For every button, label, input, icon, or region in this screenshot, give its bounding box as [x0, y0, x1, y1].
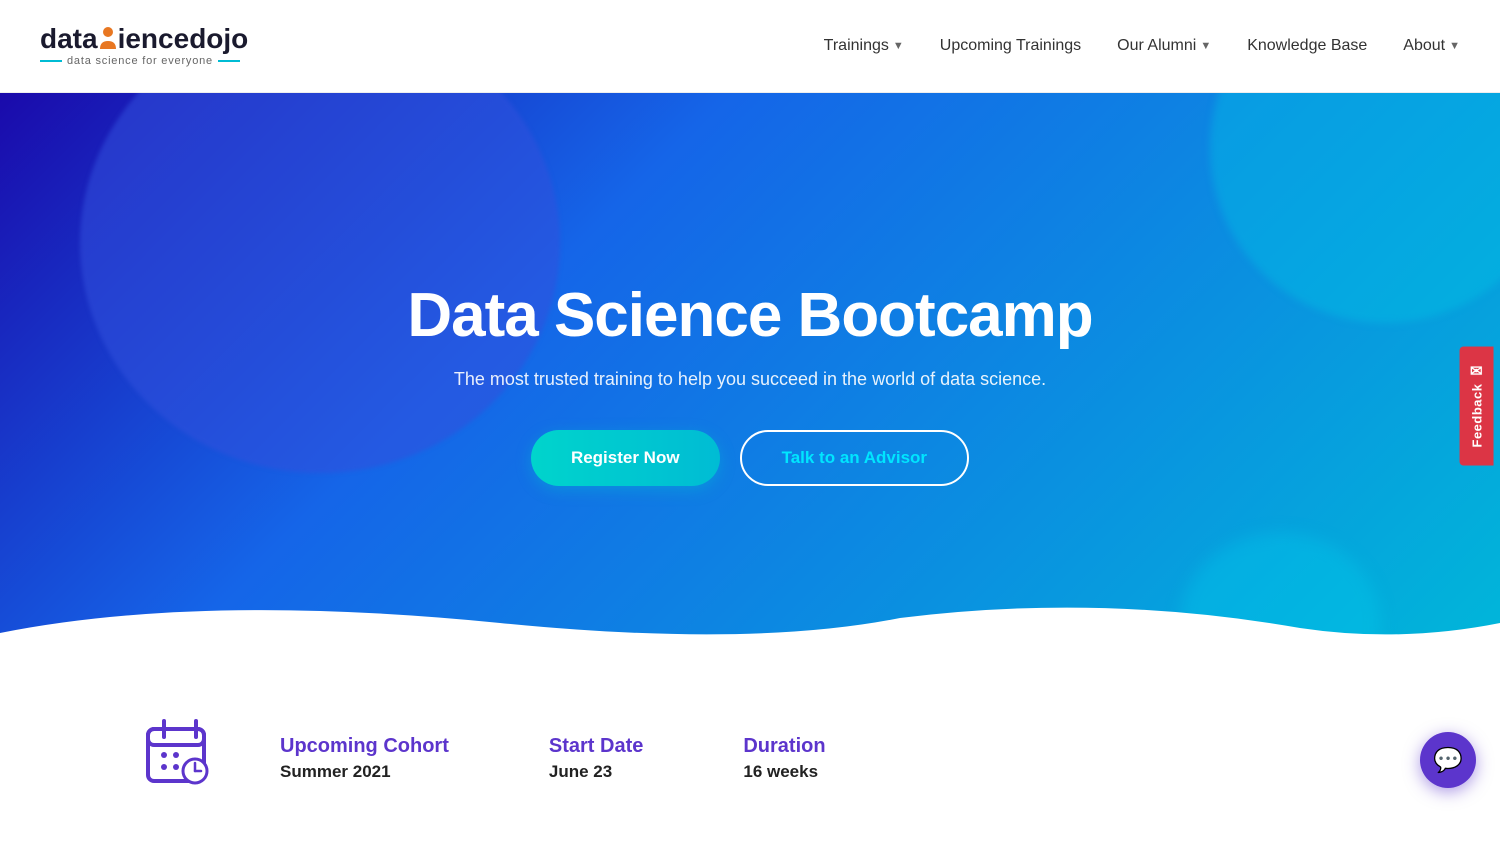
cohort-duration: Duration 16 weeks: [743, 735, 825, 782]
cohort-section: Upcoming Cohort Summer 2021 Start Date J…: [0, 673, 1500, 843]
chevron-down-icon-about: ▼: [1449, 40, 1460, 52]
cohort-info: Upcoming Cohort Summer 2021 Start Date J…: [280, 735, 826, 782]
logo-text-ience: ience: [118, 25, 190, 53]
upcoming-cohort-label: Upcoming Cohort: [280, 735, 449, 758]
hero-blob-2: [1210, 93, 1500, 323]
chevron-down-icon-alumni: ▼: [1200, 40, 1211, 52]
feedback-label: Feedback: [1469, 384, 1484, 448]
feedback-tab[interactable]: Feedback ✉: [1459, 346, 1493, 465]
navbar: data ience dojo data science for everyon…: [0, 0, 1500, 93]
hero-subtitle: The most trusted training to help you su…: [407, 369, 1092, 390]
hero-buttons: Register Now Talk to an Advisor: [407, 430, 1092, 486]
register-now-button[interactable]: Register Now: [531, 430, 720, 486]
talk-advisor-button[interactable]: Talk to an Advisor: [740, 430, 969, 486]
logo-text-dojo: dojo: [189, 25, 248, 53]
hero-section: Data Science Bootcamp The most trusted t…: [0, 93, 1500, 673]
nav-link-alumni[interactable]: Our Alumni ▼: [1117, 37, 1211, 55]
start-date-value: June 23: [549, 762, 612, 782]
tagline-line-right: [218, 60, 240, 62]
start-date-label: Start Date: [549, 735, 643, 758]
hero-wave: [0, 593, 1500, 673]
cohort-start: Start Date June 23: [549, 735, 643, 782]
chat-bubble-button[interactable]: 💬: [1420, 732, 1476, 788]
logo-text-data: data: [40, 25, 98, 53]
logo-tagline: data science for everyone: [67, 55, 213, 67]
nav-links: Trainings ▼ Upcoming Trainings Our Alumn…: [824, 37, 1460, 55]
nav-label-knowledge: Knowledge Base: [1247, 37, 1367, 55]
nav-link-trainings[interactable]: Trainings ▼: [824, 37, 904, 55]
nav-link-knowledge[interactable]: Knowledge Base: [1247, 37, 1367, 55]
upcoming-cohort-value: Summer 2021: [280, 762, 391, 782]
nav-label-alumni: Our Alumni: [1117, 37, 1196, 55]
hero-content: Data Science Bootcamp The most trusted t…: [407, 280, 1092, 486]
nav-label-upcoming: Upcoming Trainings: [940, 37, 1081, 55]
logo[interactable]: data ience dojo data science for everyon…: [40, 25, 248, 67]
nav-label-about: About: [1403, 37, 1445, 55]
nav-link-upcoming[interactable]: Upcoming Trainings: [940, 37, 1081, 55]
mail-icon: ✉: [1470, 362, 1483, 380]
nav-item-knowledge[interactable]: Knowledge Base: [1247, 37, 1367, 55]
duration-label: Duration: [743, 735, 825, 758]
nav-link-about[interactable]: About ▼: [1403, 37, 1460, 55]
nav-item-trainings[interactable]: Trainings ▼: [824, 37, 904, 55]
chat-icon: 💬: [1433, 746, 1463, 775]
cohort-upcoming: Upcoming Cohort Summer 2021: [280, 735, 449, 782]
duration-value: 16 weeks: [743, 762, 818, 782]
nav-item-upcoming[interactable]: Upcoming Trainings: [940, 37, 1081, 55]
calendar-icon: [140, 713, 220, 803]
nav-item-alumni[interactable]: Our Alumni ▼: [1117, 37, 1211, 55]
nav-item-about[interactable]: About ▼: [1403, 37, 1460, 55]
logo-person-icon: [98, 27, 118, 51]
tagline-line-left: [40, 60, 62, 62]
hero-title: Data Science Bootcamp: [407, 280, 1092, 351]
nav-label-trainings: Trainings: [824, 37, 889, 55]
chevron-down-icon: ▼: [893, 40, 904, 52]
